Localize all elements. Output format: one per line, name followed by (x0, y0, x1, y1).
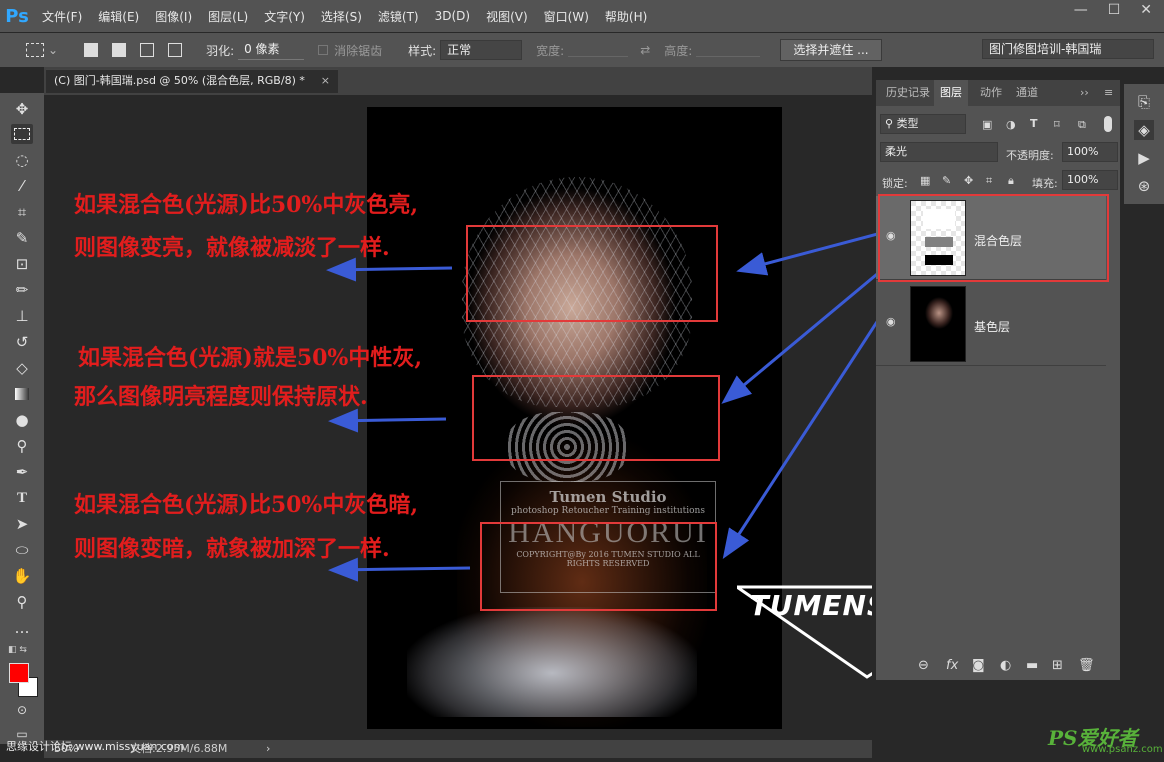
history-panel-icon[interactable]: ⎘ (1134, 92, 1154, 112)
filter-pixel-icon[interactable]: ▣ (982, 118, 992, 131)
lock-paint-icon[interactable]: ✎ (942, 174, 951, 187)
arrow-left-1 (326, 257, 453, 282)
new-group-icon[interactable]: ▬ (1026, 658, 1038, 673)
layers-panel-footer: ⊖ fx ◙ ◐ ▬ ⊞ 🗑︎ (876, 652, 1120, 680)
adjustment-layer-icon[interactable]: ◐ (1000, 658, 1011, 673)
new-layer-icon[interactable]: ⊞ (1052, 658, 1063, 673)
layer-row-base[interactable]: ◉ 基色层 (876, 282, 1106, 366)
tab-history[interactable]: 历史记录 (880, 80, 936, 106)
filter-kind-label: 类型 (896, 117, 919, 130)
right-dock: ⎘ ◈ ▶ ⊛ (1124, 84, 1164, 204)
layer-highlight-box (878, 194, 1109, 282)
layers-panel: 历史记录 图层 动作 通道 ›› ≡ ⚲ 类型 ▣ ◑ T ⌑ ⧉ 柔光 不透明… (876, 80, 1120, 680)
opacity-input[interactable]: 100% (1062, 142, 1118, 162)
tab-layers[interactable]: 图层 (934, 80, 968, 106)
lock-label: 锁定: (882, 177, 908, 190)
filter-shape-icon[interactable]: ⌑ (1054, 118, 1060, 131)
lock-move-icon[interactable]: ✥ (964, 174, 973, 187)
lock-artboard-icon[interactable]: ⌗ (986, 174, 992, 188)
arrow-left-2 (328, 408, 447, 433)
fill-input[interactable]: 100% (1062, 170, 1118, 190)
link-layers-icon[interactable]: ⊖ (918, 658, 929, 673)
lock-all-icon[interactable]: 🔒︎ (1008, 174, 1014, 188)
arrow-left-3 (328, 557, 471, 582)
actions-panel-icon[interactable]: ▶ (1134, 148, 1154, 168)
tab-channels[interactable]: 通道 (1010, 80, 1044, 106)
lock-row: 锁定: ▦ ✎ ✥ ⌗ 🔒︎ 填充: 100% (876, 170, 1120, 196)
filter-adjust-icon[interactable]: ◑ (1006, 118, 1016, 131)
eye-icon[interactable]: ◉ (886, 316, 900, 328)
layers-panel-icon[interactable]: ◈ (1134, 120, 1154, 140)
status-bar: 思缘设计论坛 www.missyuan.com 50% 文档:2.95M/6.8… (6, 740, 872, 758)
status-expand-icon[interactable]: › (266, 740, 270, 758)
tab-actions[interactable]: 动作 (974, 80, 1008, 106)
layer-name: 基色层 (974, 320, 1011, 334)
filter-toggle[interactable] (1104, 116, 1112, 132)
status-zoom[interactable]: 50% (54, 740, 78, 758)
channels-panel-icon[interactable]: ⊛ (1134, 176, 1154, 196)
blend-row: 柔光 不透明度: 100% (876, 142, 1120, 168)
delete-layer-icon[interactable]: 🗑︎ (1078, 658, 1095, 673)
filter-kind-select[interactable]: ⚲ 类型 (880, 114, 966, 134)
filter-type-icon[interactable]: T (1030, 117, 1038, 130)
status-doc-size: 文档:2.95M/6.88M (130, 742, 228, 755)
fill-label: 填充: (1032, 177, 1058, 190)
layer-thumbnail-base (910, 286, 966, 362)
lock-transparent-icon[interactable]: ▦ (920, 174, 930, 187)
filter-row: ⚲ 类型 ▣ ◑ T ⌑ ⧉ (876, 114, 1120, 140)
opacity-label: 不透明度: (1006, 149, 1054, 162)
site-watermark-url: www.psahz.com (1082, 744, 1163, 755)
panel-tabs: 历史记录 图层 动作 通道 ›› ≡ (876, 80, 1120, 106)
filter-smart-icon[interactable]: ⧉ (1078, 118, 1086, 132)
panel-collapse-icon[interactable]: ›› (1074, 80, 1095, 106)
add-mask-icon[interactable]: ◙ (972, 658, 985, 673)
panel-menu-icon[interactable]: ≡ (1098, 80, 1119, 106)
fx-icon[interactable]: fx (946, 658, 958, 673)
blend-mode-select[interactable]: 柔光 (880, 142, 998, 162)
